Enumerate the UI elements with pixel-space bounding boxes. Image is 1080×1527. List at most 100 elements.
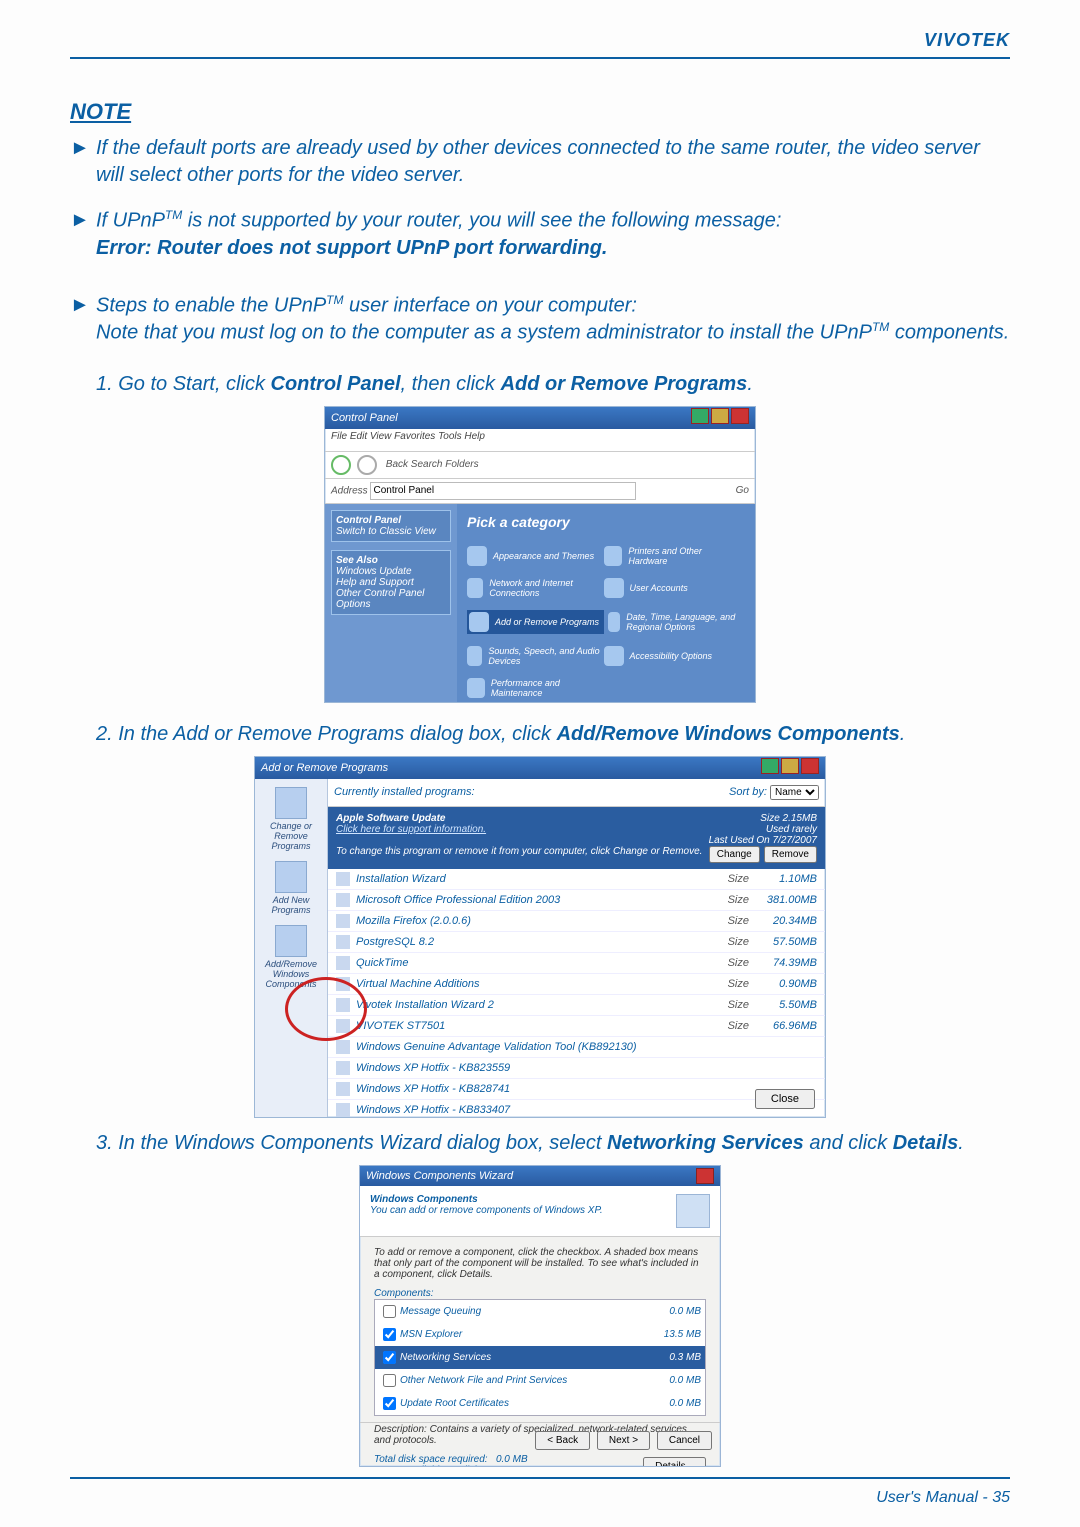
program-name: Mozilla Firefox (2.0.0.6) bbox=[356, 915, 713, 927]
next-button[interactable]: Next > bbox=[597, 1431, 650, 1450]
category-item-add-remove[interactable]: Add or Remove Programs bbox=[467, 610, 604, 634]
window-titlebar[interactable]: Add or Remove Programs bbox=[255, 757, 825, 779]
window-titlebar[interactable]: Windows Components Wizard bbox=[360, 1166, 720, 1186]
selected-program[interactable]: Size 2.15MB Used rarely Last Used On 7/2… bbox=[328, 807, 825, 869]
minimize-icon[interactable] bbox=[761, 758, 779, 774]
link[interactable]: Other Control Panel Options bbox=[336, 588, 424, 610]
program-row[interactable]: Windows XP Hotfix - KB823559 bbox=[328, 1058, 825, 1079]
window-buttons[interactable] bbox=[689, 408, 749, 427]
component-checkbox[interactable] bbox=[383, 1351, 396, 1364]
wizard-subheading: You can add or remove components of Wind… bbox=[370, 1205, 603, 1216]
component-row[interactable]: Networking Services0.3 MB bbox=[375, 1346, 705, 1369]
category-item[interactable]: Printers and Other Hardware bbox=[604, 546, 737, 566]
forward-icon[interactable] bbox=[357, 455, 377, 475]
close-icon[interactable] bbox=[696, 1168, 714, 1184]
cancel-button[interactable]: Cancel bbox=[657, 1431, 712, 1450]
category-item[interactable]: Accessibility Options bbox=[604, 646, 737, 666]
category-icon bbox=[467, 578, 483, 598]
component-checkbox[interactable] bbox=[383, 1305, 396, 1318]
go-button[interactable]: Go bbox=[736, 485, 749, 496]
support-link[interactable]: Click here for support information. bbox=[336, 824, 486, 835]
component-row[interactable]: Message Queuing0.0 MB bbox=[375, 1300, 705, 1323]
link[interactable]: Help and Support bbox=[336, 577, 414, 588]
step-3: 3. In the Windows Components Wizard dial… bbox=[96, 1132, 1010, 1155]
program-row[interactable]: Windows XP Hotfix - KB828741 bbox=[328, 1079, 825, 1100]
details-button[interactable]: Details... bbox=[643, 1457, 706, 1467]
t: . bbox=[747, 373, 753, 395]
component-checkbox[interactable] bbox=[383, 1328, 396, 1341]
wizard-heading: Windows Components bbox=[370, 1194, 478, 1205]
maximize-icon[interactable] bbox=[781, 758, 799, 774]
pick-category-title: Pick a category bbox=[467, 514, 745, 530]
close-icon[interactable] bbox=[801, 758, 819, 774]
address-bar[interactable]: Address Go bbox=[325, 479, 755, 504]
window-buttons[interactable] bbox=[759, 758, 819, 777]
remove-button[interactable]: Remove bbox=[764, 846, 817, 863]
components-list[interactable]: Message Queuing0.0 MBMSN Explorer13.5 MB… bbox=[374, 1299, 706, 1416]
minimize-icon[interactable] bbox=[691, 408, 709, 424]
t: Networking Services bbox=[607, 1132, 804, 1154]
footer-rule bbox=[70, 1477, 1010, 1479]
side-box[interactable]: Control Panel Switch to Classic View bbox=[331, 510, 451, 542]
sort-select[interactable]: Name bbox=[770, 785, 819, 800]
category-item[interactable]: Performance and Maintenance bbox=[467, 678, 600, 698]
close-icon[interactable] bbox=[731, 408, 749, 424]
back-button[interactable]: < Back bbox=[535, 1431, 590, 1450]
t: Details bbox=[893, 1132, 959, 1154]
component-row[interactable]: Update Root Certificates0.0 MB bbox=[375, 1392, 705, 1415]
t: and click bbox=[804, 1132, 893, 1154]
program-row[interactable]: Windows Genuine Advantage Validation Too… bbox=[328, 1037, 825, 1058]
component-row[interactable]: MSN Explorer13.5 MB bbox=[375, 1323, 705, 1346]
window-titlebar[interactable]: Control Panel bbox=[325, 407, 755, 429]
t: 3. In the Windows Components Wizard dial… bbox=[96, 1132, 607, 1154]
component-checkbox[interactable] bbox=[383, 1374, 396, 1387]
category-item[interactable]: Appearance and Themes bbox=[467, 546, 600, 566]
side-box[interactable]: See Also Windows Update Help and Support… bbox=[331, 550, 451, 615]
program-row[interactable]: Virtual Machine AdditionsSize0.90MB bbox=[328, 974, 825, 995]
program-icon bbox=[336, 1082, 350, 1096]
back-icon[interactable] bbox=[331, 455, 351, 475]
close-button[interactable]: Close bbox=[755, 1089, 815, 1109]
component-row[interactable]: Other Network File and Print Services0.0… bbox=[375, 1369, 705, 1392]
category-icon bbox=[467, 646, 482, 666]
program-row[interactable]: Installation WizardSize1.10MB bbox=[328, 869, 825, 890]
program-row[interactable]: PostgreSQL 8.2Size57.50MB bbox=[328, 932, 825, 953]
program-row[interactable]: Windows XP Hotfix - KB833407 bbox=[328, 1100, 825, 1118]
component-checkbox[interactable] bbox=[383, 1397, 396, 1410]
maximize-icon[interactable] bbox=[711, 408, 729, 424]
menubar[interactable]: File Edit View Favorites Tools Help bbox=[325, 429, 755, 452]
component-size: 13.5 MB bbox=[664, 1329, 701, 1340]
category-item[interactable]: Sounds, Speech, and Audio Devices bbox=[467, 646, 600, 666]
components-label: Components: bbox=[374, 1288, 706, 1299]
program-row[interactable]: Mozilla Firefox (2.0.0.6)Size20.34MB bbox=[328, 911, 825, 932]
change-button[interactable]: Change bbox=[709, 846, 760, 863]
side-change-remove[interactable]: Change or Remove Programs bbox=[260, 787, 322, 851]
category-icon bbox=[604, 646, 624, 666]
category-item[interactable]: Network and Internet Connections bbox=[467, 578, 600, 598]
component-size: 0.0 MB bbox=[669, 1306, 701, 1317]
wizard-icon bbox=[676, 1194, 710, 1228]
program-row[interactable]: VIVOTEK ST7501Size66.96MB bbox=[328, 1016, 825, 1037]
t: Back Search Folders bbox=[386, 459, 479, 470]
category-item[interactable]: Date, Time, Language, and Regional Optio… bbox=[608, 612, 741, 632]
t: components. bbox=[889, 322, 1009, 344]
category-item[interactable]: User Accounts bbox=[604, 578, 737, 598]
link[interactable]: Windows Update bbox=[336, 566, 412, 577]
note-item-2: ► If UPnPTM is not supported by your rou… bbox=[70, 207, 1010, 262]
program-row[interactable]: Vivotek Installation Wizard 2Size5.50MB bbox=[328, 995, 825, 1016]
screenshot-windows-components-wizard: Windows Components Wizard Windows Compon… bbox=[359, 1165, 721, 1467]
category-icon bbox=[467, 546, 487, 566]
side-add-new[interactable]: Add New Programs bbox=[260, 861, 322, 915]
toolbar[interactable]: Back Search Folders bbox=[325, 452, 755, 479]
note-text-2: If UPnPTM is not supported by your route… bbox=[96, 207, 1010, 262]
address-input[interactable] bbox=[370, 482, 636, 500]
program-row[interactable]: QuickTimeSize74.39MB bbox=[328, 953, 825, 974]
category-icon bbox=[604, 578, 624, 598]
program-icon bbox=[336, 1061, 350, 1075]
program-row[interactable]: Microsoft Office Professional Edition 20… bbox=[328, 890, 825, 911]
category-icon bbox=[604, 546, 623, 566]
t: Add or Remove Programs bbox=[501, 373, 748, 395]
switch-view-link[interactable]: Switch to Classic View bbox=[336, 526, 436, 537]
brand-rule bbox=[70, 57, 1010, 59]
t: Add New Programs bbox=[271, 895, 310, 915]
